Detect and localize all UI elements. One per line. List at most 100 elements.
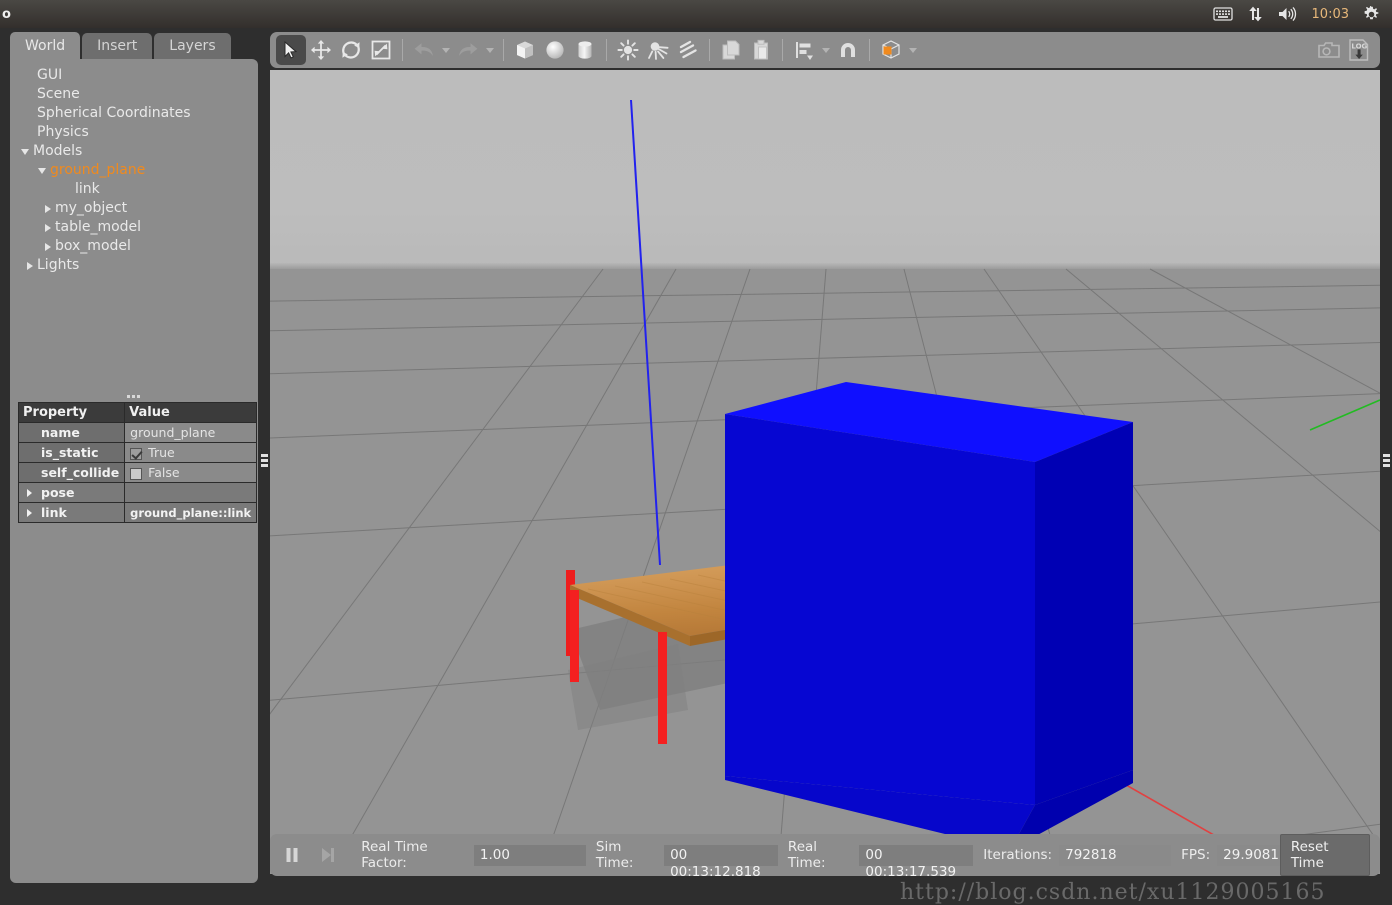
redo-button[interactable]: [453, 35, 483, 65]
sim-time-label: Sim Time:: [595, 839, 634, 871]
left-splitter[interactable]: [258, 28, 270, 891]
tree-item-label: Physics: [37, 124, 89, 140]
translate-mode-button[interactable]: [306, 35, 336, 65]
world-tree: GUI Scene Spherical Coordinates Physics …: [10, 59, 258, 359]
tab-insert[interactable]: Insert: [82, 33, 153, 60]
tree-item-label: link: [75, 181, 100, 197]
render-toolbar: LOG: [270, 32, 1380, 68]
property-key: is_static: [17, 442, 126, 463]
chevron-right-icon[interactable]: [24, 256, 37, 275]
property-value[interactable]: True: [124, 442, 258, 463]
table-row[interactable]: is_static True: [17, 442, 258, 463]
tree-item-table-model[interactable]: table_model: [10, 218, 258, 237]
insert-box-button[interactable]: [510, 35, 540, 65]
property-key[interactable]: link: [17, 502, 126, 523]
step-forward-button[interactable]: [316, 842, 340, 868]
real-time-factor-value: 1.00: [473, 844, 586, 866]
watermark-text: http://blog.csdn.net/xu1129005165: [900, 880, 1326, 905]
table-row[interactable]: name ground_plane: [17, 422, 258, 443]
tree-item-physics[interactable]: Physics: [10, 123, 258, 142]
box-right-face: [1035, 422, 1133, 805]
table-row[interactable]: self_collide False: [17, 462, 258, 483]
world-tab-content: GUI Scene Spherical Coordinates Physics …: [10, 59, 258, 883]
view-angle-button[interactable]: [876, 35, 906, 65]
undo-history-dropdown[interactable]: [439, 35, 453, 65]
real-time-factor-label: Real Time Factor:: [361, 839, 428, 871]
tree-item-my-object[interactable]: my_object: [10, 199, 258, 218]
tree-item-gui[interactable]: GUI: [10, 66, 258, 85]
keyboard-icon[interactable]: [1212, 6, 1233, 22]
property-value[interactable]: ground_plane: [124, 422, 258, 443]
rotate-mode-button[interactable]: [336, 35, 366, 65]
align-button[interactable]: [789, 35, 819, 65]
tree-item-lights[interactable]: Lights: [10, 256, 258, 275]
box-front-face: [725, 414, 1035, 805]
insert-cylinder-button[interactable]: [570, 35, 600, 65]
chevron-right-icon[interactable]: [27, 509, 32, 517]
scale-mode-button[interactable]: [366, 35, 396, 65]
splitter-grip-icon: [261, 454, 268, 468]
checkbox-checked-icon[interactable]: [130, 447, 143, 460]
real-time-value: 00 00:13:17.539: [859, 844, 974, 880]
table-row[interactable]: link ground_plane::link: [17, 502, 258, 523]
view-angle-dropdown[interactable]: [906, 35, 920, 65]
tree-item-scene[interactable]: Scene: [10, 85, 258, 104]
property-table: Property Value name ground_plane is_stat…: [17, 402, 258, 523]
network-icon[interactable]: [1247, 6, 1264, 22]
tree-item-link[interactable]: link: [10, 180, 258, 199]
window-title: o: [2, 6, 11, 22]
spot-light-button[interactable]: [643, 35, 673, 65]
chevron-right-icon[interactable]: [42, 199, 55, 218]
property-key[interactable]: pose: [17, 482, 126, 503]
simulation-status-bar: Real Time Factor: 1.00 Sim Time: 00 00:1…: [270, 834, 1380, 880]
table-row[interactable]: pose: [17, 482, 258, 503]
panel-tabs: World Insert Layers: [10, 32, 233, 60]
paste-button[interactable]: [746, 35, 776, 65]
tab-world[interactable]: World: [10, 32, 81, 60]
chevron-down-icon[interactable]: [37, 161, 50, 180]
property-value: [124, 482, 258, 503]
directional-light-button[interactable]: [673, 35, 703, 65]
select-mode-button[interactable]: [276, 35, 306, 65]
insert-sphere-button[interactable]: [540, 35, 570, 65]
scene-objects[interactable]: [270, 70, 1380, 874]
screenshot-button[interactable]: [1314, 35, 1344, 65]
undo-button[interactable]: [409, 35, 439, 65]
tree-item-spherical-coordinates[interactable]: Spherical Coordinates: [10, 104, 258, 123]
property-key: self_collide: [17, 462, 126, 483]
tree-item-models[interactable]: Models: [10, 142, 258, 161]
point-light-button[interactable]: [613, 35, 643, 65]
copy-button[interactable]: [716, 35, 746, 65]
right-splitter[interactable]: [1380, 28, 1392, 891]
toolbar-separator: [402, 39, 403, 61]
checkbox-unchecked-icon[interactable]: [130, 467, 143, 480]
pause-button[interactable]: [280, 842, 304, 868]
y-axis-line: [1309, 399, 1380, 431]
align-dropdown[interactable]: [819, 35, 833, 65]
tree-item-box-model[interactable]: box_model: [10, 237, 258, 256]
property-value: ground_plane::link: [124, 502, 258, 523]
chevron-right-icon[interactable]: [42, 237, 55, 256]
volume-icon[interactable]: [1278, 6, 1298, 22]
tab-layers[interactable]: Layers: [154, 33, 231, 60]
3d-viewport[interactable]: [270, 70, 1380, 874]
gear-icon[interactable]: [1363, 5, 1380, 23]
chevron-right-icon[interactable]: [27, 489, 32, 497]
tree-item-label: box_model: [55, 238, 131, 254]
chevron-right-icon[interactable]: [42, 218, 55, 237]
snap-button[interactable]: [833, 35, 863, 65]
redo-history-dropdown[interactable]: [483, 35, 497, 65]
reset-time-button[interactable]: Reset Time: [1279, 834, 1370, 876]
system-clock[interactable]: 10:03: [1312, 7, 1349, 22]
tree-item-label: Scene: [37, 86, 80, 102]
fps-label: FPS:: [1181, 847, 1211, 863]
column-header-property: Property: [17, 402, 126, 423]
property-key: name: [17, 422, 126, 443]
log-button[interactable]: LOG: [1344, 35, 1374, 65]
chevron-down-icon[interactable]: [20, 142, 33, 161]
tree-item-ground-plane[interactable]: ground_plane: [10, 161, 258, 180]
property-key-label: link: [41, 505, 67, 520]
iterations-label: Iterations:: [983, 847, 1053, 863]
toolbar-separator: [782, 39, 783, 61]
property-value[interactable]: False: [124, 462, 258, 483]
